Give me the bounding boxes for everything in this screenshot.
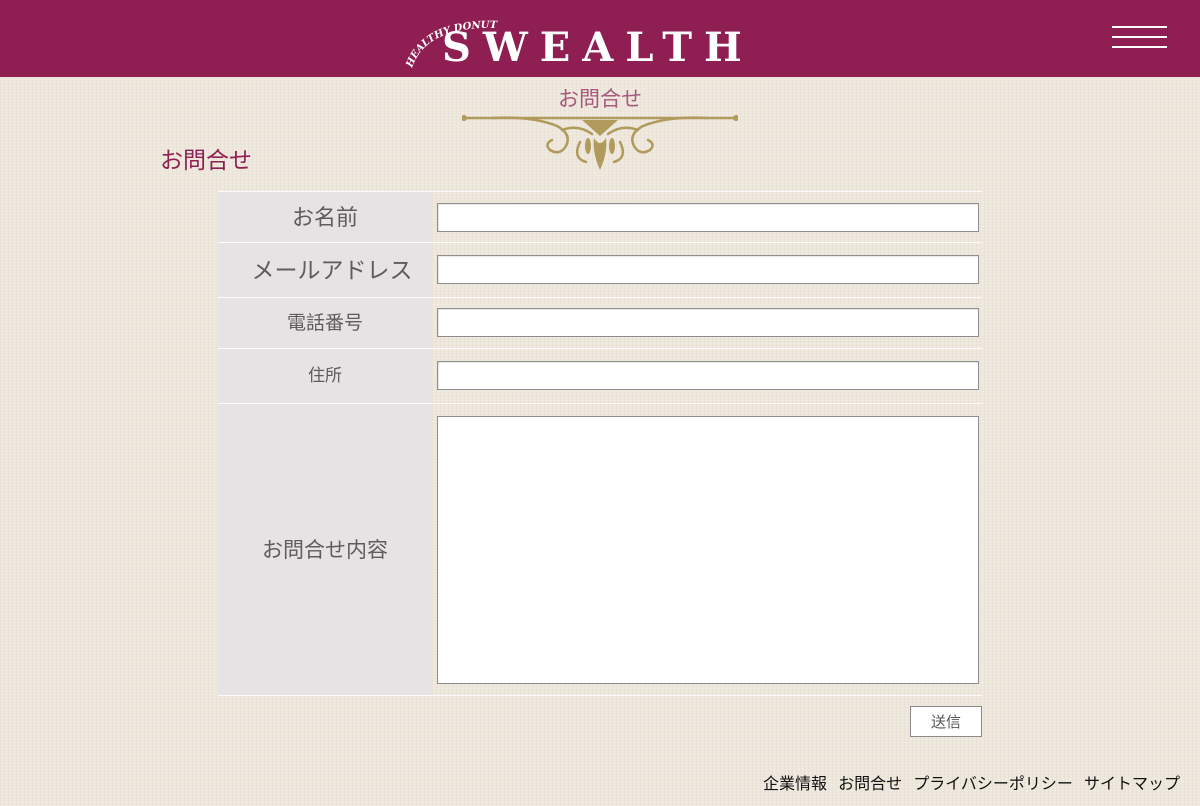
form-row-name: お名前 [218,192,982,242]
form-label: お名前 [218,192,432,242]
form-label: 住所 [218,349,432,403]
site-logo[interactable]: HEALTHY DONUTS SWEALTH [402,8,802,72]
submit-button[interactable]: 送信 [910,706,982,737]
footer-link-contact[interactable]: お問合せ [838,774,902,793]
form-row-phone: 電話番号 [218,298,982,348]
form-row-email: メールアドレス [218,243,982,297]
name-input[interactable] [437,203,979,232]
footer-nav: 企業情報 お問合せ プライバシーポリシー サイトマップ [757,770,1180,794]
phone-input[interactable] [437,308,979,337]
page-heading: お問合せ [558,87,642,111]
email-label: メールアドレス [251,258,413,284]
form-row-inquiry: お問合せ内容 [218,404,982,695]
logo-wordmark: SWEALTH [442,24,754,71]
form-label: 電話番号 [218,298,432,348]
gold-flourish-divider-icon [462,115,738,170]
form-label: お問合せ内容 [218,404,432,695]
inquiry-textarea[interactable] [437,416,979,684]
footer-link-privacy[interactable]: プライバシーポリシー [913,774,1073,793]
address-input[interactable] [437,361,979,390]
site-header: HEALTHY DONUTS SWEALTH [0,0,1200,77]
email-input[interactable] [437,255,979,284]
section-title: お問合せ [160,148,252,174]
phone-label: 電話番号 [286,312,363,334]
address-label: 住所 [308,366,342,386]
form-row-address: 住所 [218,349,982,403]
row-divider [218,695,982,696]
footer-link-company[interactable]: 企業情報 [763,774,827,793]
footer-link-sitemap[interactable]: サイトマップ [1084,774,1180,793]
form-label: メールアドレス [218,243,432,297]
inquiry-label: お問合せ内容 [262,538,388,562]
hamburger-menu-icon[interactable] [1112,26,1168,52]
name-label: お名前 [291,206,358,231]
